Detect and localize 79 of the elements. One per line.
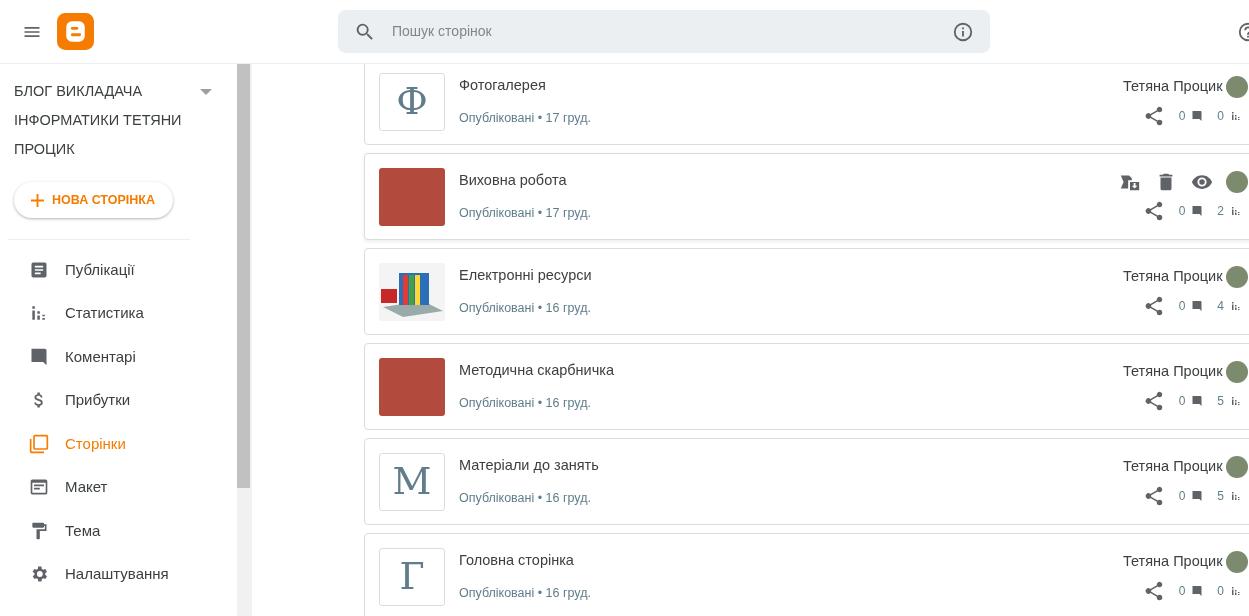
page-status: Опубліковані • 17 груд. [459, 205, 591, 222]
sidebar-item[interactable]: Публікації [0, 248, 237, 292]
view-count: 0 [1217, 583, 1224, 600]
view-count: 5 [1217, 488, 1224, 505]
page-status: Опубліковані • 16 груд. [459, 395, 592, 412]
layout-icon [29, 477, 49, 498]
page-card[interactable]: Ф Фотогалерея Опубліковані • 17 груд. Тетяна Процик 0 0 [364, 64, 1249, 145]
avatar [1226, 361, 1248, 383]
avatar [1226, 171, 1248, 193]
bar-chart-icon [1230, 300, 1242, 312]
search-input[interactable]: Пошук сторінок [390, 20, 952, 43]
thumbnail-letter: Ф [379, 72, 445, 131]
view-count: 5 [1217, 393, 1224, 410]
page-title[interactable]: Електронні ресурси [459, 265, 592, 287]
comment-icon [29, 346, 49, 367]
author-name: Тетяна Процик [1122, 77, 1223, 97]
page-title[interactable]: Матеріали до занять [459, 455, 599, 477]
comment-icon [1191, 585, 1204, 597]
page-card[interactable]: Електронні ресурси Опубліковані • 16 груд. Тетяна Процик 0 4 [364, 248, 1249, 335]
thumbnail-letter: Г [379, 547, 445, 606]
comment-icon [1191, 490, 1204, 502]
bar-chart-icon [1230, 395, 1242, 407]
page-card[interactable]: Виховна робота Опубліковані • 17 груд. 0 2 [364, 153, 1249, 240]
page-title[interactable]: Виховна робота [459, 170, 591, 192]
comment-count: 0 [1178, 203, 1186, 220]
author-name: Тетяна Процик [1122, 267, 1223, 287]
page-title[interactable]: Методична скарбничка [459, 360, 614, 382]
comment-count: 0 [1178, 393, 1186, 410]
author-name: Тетяна Процик [1122, 457, 1223, 477]
page-title[interactable]: Головна сторінка [459, 550, 591, 572]
author-name: Тетяна Процик [1122, 362, 1223, 382]
avatar [1226, 456, 1248, 478]
comment-icon [1191, 110, 1204, 122]
bar-chart-icon [1230, 585, 1242, 597]
photo-placeholder [379, 357, 445, 416]
scrollbar[interactable] [237, 64, 252, 616]
info-icon[interactable] [952, 20, 974, 43]
bar-chart-icon [1230, 110, 1242, 122]
pages-icon [29, 433, 49, 454]
page-card[interactable]: Г Головна сторінка Опубліковані • 16 груд. Тетяна Процик 0 0 [364, 533, 1249, 616]
page-status: Опубліковані • 16 груд. [459, 585, 591, 602]
page-title[interactable]: Фотогалерея [459, 75, 591, 97]
comment-icon [1191, 395, 1204, 407]
dropdown-caret-icon[interactable] [200, 89, 212, 95]
bar-chart-icon [1230, 490, 1242, 502]
photo-placeholder [379, 167, 445, 226]
comment-count: 0 [1178, 108, 1186, 125]
comment-count: 0 [1178, 298, 1186, 315]
plus-icon [30, 192, 45, 208]
page-card[interactable]: Методична скарбничка Опубліковані • 16 груд. Тетяна Процик 0 5 [364, 343, 1249, 430]
sidebar-item[interactable]: Тема [0, 509, 237, 553]
bar-chart-icon [1230, 205, 1242, 217]
search-field[interactable]: Пошук сторінок [338, 10, 990, 53]
author-name: Тетяна Процик [1122, 552, 1223, 572]
scrollbar-thumb[interactable] [237, 64, 250, 488]
comment-icon [1191, 300, 1204, 312]
avatar [1226, 76, 1248, 98]
sidebar-item[interactable]: Коментарі [0, 335, 237, 379]
thumbnail-letter: М [379, 452, 445, 511]
sidebar-item[interactable]: Макет [0, 465, 237, 509]
page-status: Опубліковані • 16 груд. [459, 490, 592, 507]
comment-count: 0 [1178, 583, 1186, 600]
page-status: Опубліковані • 17 груд. [459, 110, 591, 127]
page-card[interactable]: М Матеріали до занять Опубліковані • 16 груд. Тетяна Процик 0 5 [364, 438, 1249, 525]
sidebar-item[interactable]: Налаштування [0, 552, 237, 596]
blogger-logo-icon[interactable] [57, 13, 94, 50]
comment-count: 0 [1178, 488, 1186, 505]
page-status: Опубліковані • 16 груд. [459, 300, 592, 317]
blog-title[interactable]: БЛОГ ВИКЛАДАЧА ІНФОРМАТИКИ ТЕТЯНИ ПРОЦИК [14, 77, 196, 164]
sidebar-item[interactable]: Статистика [0, 291, 237, 335]
paint-roller-icon [29, 520, 49, 541]
view-count: 2 [1217, 203, 1224, 220]
view-count: 0 [1217, 108, 1224, 125]
view-count: 4 [1217, 298, 1224, 315]
comment-icon [1191, 205, 1204, 217]
books-laptop-drawing [379, 262, 445, 321]
avatar [1226, 551, 1248, 573]
sidebar-item[interactable]: Прибутки [0, 378, 237, 422]
avatar [1226, 266, 1248, 288]
